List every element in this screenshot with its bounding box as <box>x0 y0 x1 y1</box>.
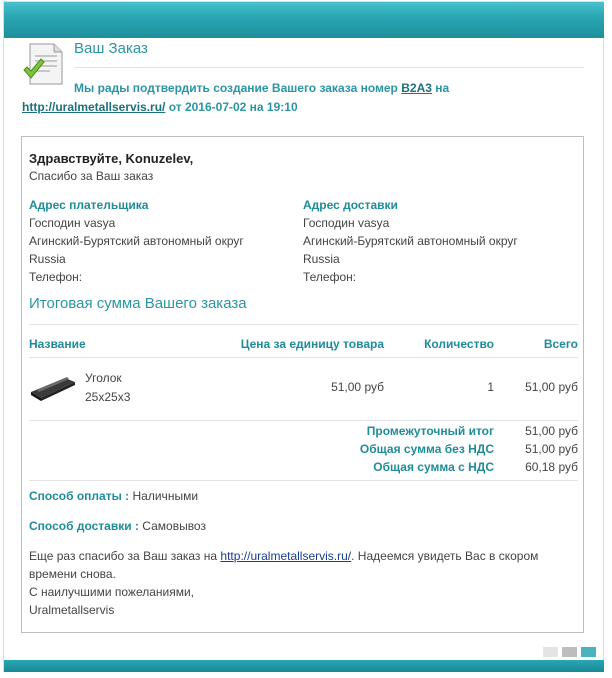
subtotal-value: 51,00 руб <box>525 424 578 438</box>
thanks-text: Спасибо за Ваш заказ <box>29 169 154 183</box>
pager-square <box>581 647 596 657</box>
col-total: Всего <box>543 337 578 351</box>
vat-value: 60,18 руб <box>525 460 578 474</box>
footer-thanks: Еще раз спасибо за Ваш заказ на http://u… <box>29 549 538 563</box>
shipping-region: Агинский-Бурятский автономный округ <box>303 234 518 248</box>
order-number-link[interactable]: B2A3 <box>401 81 432 95</box>
payment-value: Наличными <box>132 489 199 503</box>
summary-divider <box>29 324 578 325</box>
shipping-phone: Телефон: <box>303 270 357 284</box>
greeting: Здравствуйте, Konuzelev, <box>29 151 194 166</box>
delivery-value: Самовывоз <box>142 519 206 533</box>
order-details-box: Здравствуйте, Konuzelev, Спасибо за Ваш … <box>21 136 584 633</box>
product-total: 51,00 руб <box>525 380 578 394</box>
col-name: Название <box>29 337 86 351</box>
order-date: от 2016-07-02 на 19:10 <box>168 100 298 114</box>
order-confirmation: Мы рады подтвердить создание Вашего зака… <box>22 79 582 117</box>
footer-signature: Uralmetallservis <box>29 603 115 617</box>
confirm-on: на <box>435 81 450 95</box>
footer-regards: С наилучшими пожеланиями, <box>29 585 195 599</box>
shipping-title: Адрес доставки <box>303 198 398 212</box>
steel-angle-product-image <box>31 377 75 401</box>
pager-square <box>562 647 577 657</box>
payment-method: Способ оплаты : Наличными <box>29 489 198 503</box>
bottom-banner <box>4 660 604 672</box>
site-link[interactable]: http://uralmetallservis.ru/ <box>22 100 165 114</box>
no-vat-label: Общая сумма без НДС <box>359 442 494 456</box>
footer-thanks-prefix: Еще раз спасибо за Ваш заказ на <box>29 549 218 563</box>
billing-region: Агинский-Бурятский автономный округ <box>29 234 244 248</box>
top-banner <box>4 2 604 38</box>
product-variant: 25x25x3 <box>85 390 131 404</box>
footer-thanks-suffix: . Надеемся увидеть Вас в скором <box>351 549 539 563</box>
confirm-prefix: Мы рады подтвердить создание Вашего зака… <box>74 81 398 95</box>
header-divider <box>74 67 584 68</box>
billing-name: Господин vasya <box>29 216 116 230</box>
delivery-label: Способ доставки : <box>29 519 139 533</box>
col-quantity: Количество <box>424 337 494 351</box>
product-name: Уголок <box>85 371 122 385</box>
pager-square <box>543 647 558 657</box>
payment-label: Способ оплаты : <box>29 489 130 503</box>
shipping-name: Господин vasya <box>303 216 390 230</box>
footer-line2: времени снова. <box>29 567 116 581</box>
delivery-method: Способ доставки : Самовывоз <box>29 519 206 533</box>
order-title: Ваш Заказ <box>74 40 148 57</box>
billing-title: Адрес плательщика <box>29 198 149 212</box>
items-divider <box>29 420 578 421</box>
totals-divider <box>29 480 578 481</box>
summary-title: Итоговая сумма Вашего заказа <box>29 295 247 312</box>
shipping-country: Russia <box>303 252 340 266</box>
no-vat-value: 51,00 руб <box>525 442 578 456</box>
product-price: 51,00 руб <box>331 380 384 394</box>
billing-country: Russia <box>29 252 66 266</box>
footer-site-link[interactable]: http://uralmetallservis.ru/ <box>220 549 351 563</box>
col-unit-price: Цена за единицу товара <box>240 337 384 351</box>
subtotal-label: Промежуточный итог <box>366 424 494 438</box>
table-header-divider <box>29 357 578 358</box>
billing-phone: Телефон: <box>29 270 83 284</box>
product-qty: 1 <box>487 380 494 394</box>
vat-label: Общая сумма с НДС <box>373 460 494 474</box>
